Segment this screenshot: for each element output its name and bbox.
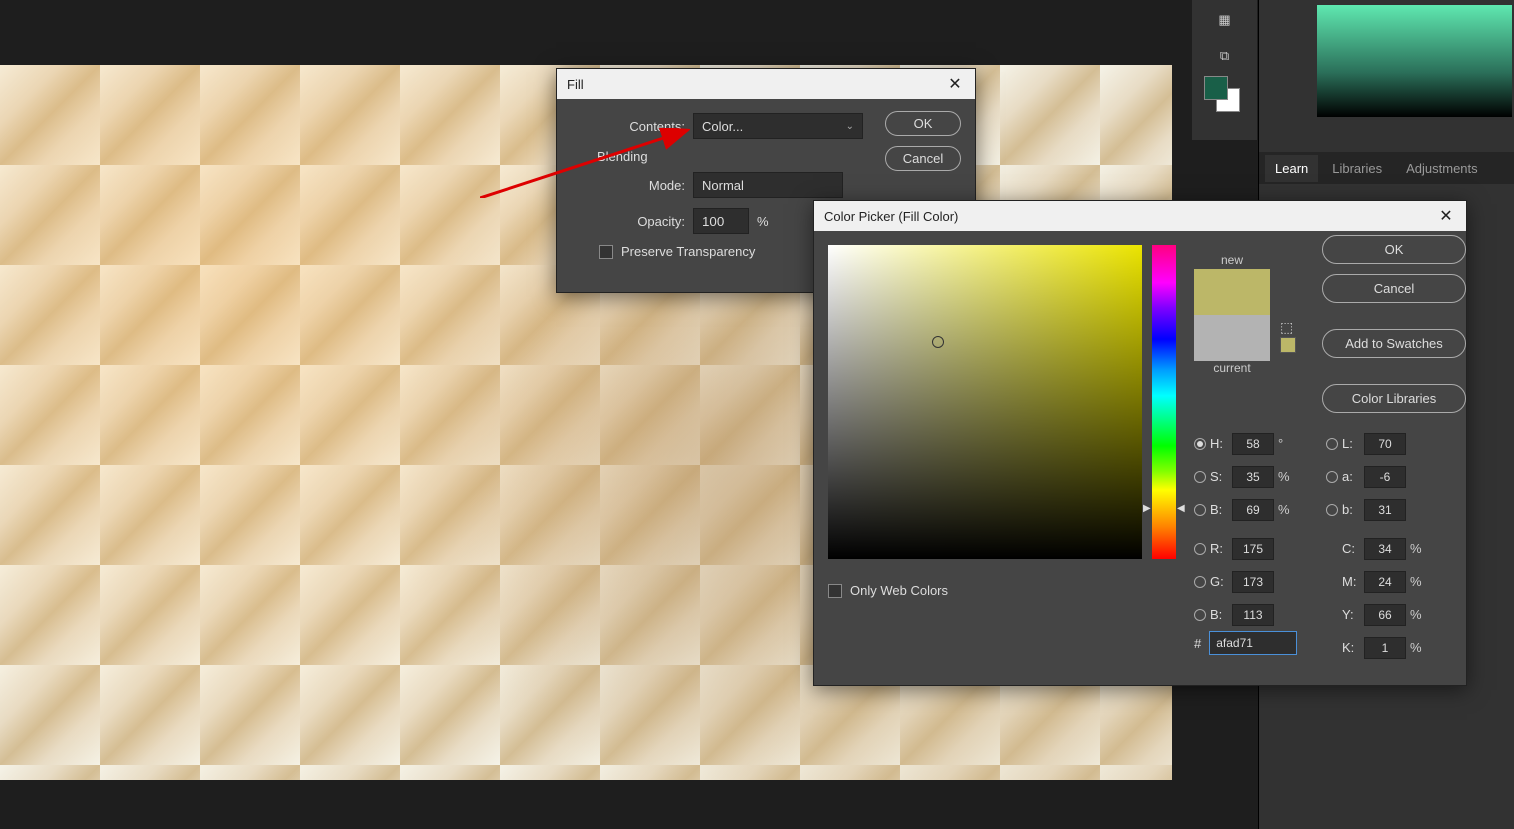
color-picker-dialog: Color Picker (Fill Color) ✕ ▶ ◀ new curr…: [813, 200, 1467, 686]
l-radio[interactable]: [1326, 438, 1338, 450]
new-color-swatch: [1194, 269, 1270, 315]
y-label: Y:: [1342, 607, 1360, 622]
pct-unit: %: [1410, 541, 1424, 556]
h-label: H:: [1210, 436, 1228, 451]
h-radio[interactable]: [1194, 438, 1206, 450]
color-libraries-button[interactable]: Color Libraries: [1322, 384, 1466, 413]
s-input[interactable]: [1232, 466, 1274, 488]
new-label: new: [1194, 253, 1270, 267]
deg-unit: °: [1278, 436, 1292, 451]
preserve-label: Preserve Transparency: [621, 244, 755, 259]
a-radio[interactable]: [1326, 471, 1338, 483]
c-input[interactable]: [1364, 538, 1406, 560]
hex-input[interactable]: [1209, 631, 1297, 655]
opacity-label: Opacity:: [573, 214, 685, 229]
cancel-button[interactable]: Cancel: [885, 146, 961, 171]
g-label: G:: [1210, 574, 1228, 589]
k-label: K:: [1342, 640, 1360, 655]
tool-column: ▦ ⧉: [1192, 0, 1257, 140]
s-label: S:: [1210, 469, 1228, 484]
a-input[interactable]: [1364, 466, 1406, 488]
b-radio[interactable]: [1194, 504, 1206, 516]
opacity-input[interactable]: [693, 208, 749, 234]
s-radio[interactable]: [1194, 471, 1206, 483]
bb-label: b:: [1342, 502, 1360, 517]
dialog-title: Color Picker (Fill Color): [824, 209, 958, 224]
contents-value: Color...: [702, 119, 743, 134]
dialog-titlebar[interactable]: Color Picker (Fill Color) ✕: [814, 201, 1466, 231]
b-label: B:: [1210, 502, 1228, 517]
c-label: C:: [1342, 541, 1360, 556]
bl-label: B:: [1210, 607, 1228, 622]
checkbox-icon: [599, 245, 613, 259]
bb-radio[interactable]: [1326, 504, 1338, 516]
close-icon[interactable]: ✕: [1436, 206, 1456, 226]
fg-color[interactable]: [1204, 76, 1228, 100]
l-input[interactable]: [1364, 433, 1406, 455]
tab-adjustments[interactable]: Adjustments: [1396, 155, 1488, 182]
g-input[interactable]: [1232, 571, 1274, 593]
mode-select[interactable]: Normal: [693, 172, 843, 198]
mode-value: Normal: [702, 178, 744, 193]
panel-tabs: Learn Libraries Adjustments: [1259, 152, 1514, 184]
bb-input[interactable]: [1364, 499, 1406, 521]
tool-icon[interactable]: ⧉: [1209, 40, 1241, 72]
tab-learn[interactable]: Learn: [1265, 155, 1318, 182]
owc-label: Only Web Colors: [850, 583, 948, 598]
only-web-colors-checkbox[interactable]: Only Web Colors: [828, 583, 948, 598]
hue-arrow-left-icon: ▶: [1143, 503, 1151, 514]
tab-libraries[interactable]: Libraries: [1322, 155, 1392, 182]
bl-radio[interactable]: [1194, 609, 1206, 621]
color-cursor[interactable]: [932, 336, 944, 348]
r-input[interactable]: [1232, 538, 1274, 560]
dialog-titlebar[interactable]: Fill ✕: [557, 69, 975, 99]
hue-arrow-right-icon: ◀: [1177, 503, 1185, 514]
r-label: R:: [1210, 541, 1228, 556]
current-color-swatch[interactable]: [1194, 315, 1270, 361]
m-label: M:: [1342, 574, 1360, 589]
contents-select[interactable]: Color... ⌄: [693, 113, 863, 139]
hue-slider[interactable]: [1152, 245, 1176, 559]
m-input[interactable]: [1364, 571, 1406, 593]
contents-label: Contents:: [573, 119, 685, 134]
color-ramp-preview[interactable]: [1317, 5, 1512, 117]
add-swatches-button[interactable]: Add to Swatches: [1322, 329, 1466, 358]
close-icon[interactable]: ✕: [945, 74, 965, 94]
k-input[interactable]: [1364, 637, 1406, 659]
pct-unit: %: [1410, 574, 1424, 589]
dialog-title: Fill: [567, 77, 584, 92]
fg-bg-swatch[interactable]: [1204, 76, 1240, 112]
y-input[interactable]: [1364, 604, 1406, 626]
b-input[interactable]: [1232, 499, 1274, 521]
a-label: a:: [1342, 469, 1360, 484]
h-input[interactable]: [1232, 433, 1274, 455]
l-label: L:: [1342, 436, 1360, 451]
warning-cube-icon[interactable]: ⬚: [1280, 319, 1293, 336]
mode-label: Mode:: [573, 178, 685, 193]
saturation-field[interactable]: [828, 245, 1142, 559]
cancel-button[interactable]: Cancel: [1322, 274, 1466, 303]
ok-button[interactable]: OK: [1322, 235, 1466, 264]
nearest-web-swatch[interactable]: [1280, 337, 1296, 353]
r-radio[interactable]: [1194, 543, 1206, 555]
chevron-down-icon: ⌄: [846, 121, 854, 132]
g-radio[interactable]: [1194, 576, 1206, 588]
current-label: current: [1194, 361, 1270, 375]
checkbox-icon: [828, 584, 842, 598]
ok-button[interactable]: OK: [885, 111, 961, 136]
pct-unit: %: [1410, 640, 1424, 655]
hex-label: #: [1194, 636, 1201, 651]
pct-unit: %: [1278, 469, 1292, 484]
opacity-unit: %: [757, 214, 769, 229]
pct-unit: %: [1410, 607, 1424, 622]
pct-unit: %: [1278, 502, 1292, 517]
tool-icon[interactable]: ▦: [1209, 4, 1241, 36]
bl-input[interactable]: [1232, 604, 1274, 626]
